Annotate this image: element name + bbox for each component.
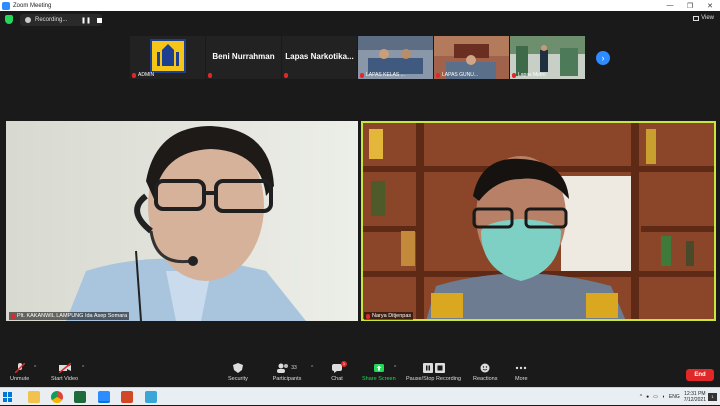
reactions-label: Reactions [473,376,498,382]
start-video-label: Start Video [51,376,79,382]
unmute-label: Unmute [10,376,30,382]
chat-label: Chat [331,376,343,382]
start-video-button[interactable]: Start Video [51,363,78,382]
thumbnail-lapas-narkotika[interactable]: Lapas Narkotika... [282,36,357,79]
participant-video [361,121,716,321]
thumbnail-beni[interactable]: Beni Nurrahman [206,36,281,79]
chat-badge: 1 [341,361,347,367]
more-dots-icon [515,363,527,373]
mic-muted-icon [284,73,288,78]
thumbnail-label [284,73,288,78]
view-button[interactable]: View [693,15,714,21]
share-screen-button[interactable]: Share Screen [362,363,396,382]
thumbnail-label: ADMIN [132,72,154,78]
zoom-taskbar-icon[interactable] [98,391,110,403]
end-meeting-button[interactable]: End [686,369,714,381]
pause-stop-recording-button[interactable]: Pause/Stop Recording [406,363,461,382]
app-icon[interactable] [74,391,86,403]
thumbnail-admin[interactable]: ADMIN [130,36,205,79]
participants-icon: 33 [272,363,302,373]
thumbnail-label: LAPAS GUNU... [436,72,478,78]
maximize-button[interactable]: ❐ [680,0,700,11]
participants-button[interactable]: 33 Participants [272,363,302,382]
participants-count: 33 [291,365,297,371]
stop-recording-icon[interactable] [97,17,103,23]
more-button[interactable]: More [515,363,528,382]
volume-icon[interactable]: ◖ [662,394,665,400]
thumbnail-label: Lapas Metro [512,72,546,78]
encryption-shield-icon[interactable] [5,15,13,24]
participant-thumbnail-strip: ADMIN Beni Nurrahman Lapas Narkotika... … [130,36,585,79]
share-screen-label: Share Screen [362,376,396,382]
pause-recording-icon[interactable]: ❚❚ [81,17,91,24]
system-tray: ^ ● ▭ ◖ ENG 12:31 PM 7/12/2021 1 [640,388,720,406]
tray-chevron-icon[interactable]: ^ [640,394,642,400]
participant-name-label: Narya Ditjenpas [364,312,414,320]
view-label: View [701,15,714,21]
mic-muted-icon [11,313,15,319]
audio-options-chevron-icon[interactable]: ^ [34,365,36,371]
video-tile-narya-active-speaker[interactable]: Narya Ditjenpas [361,121,716,321]
thumbnail-label: LAPAS KELAS ... [360,72,405,78]
zoom-app-icon [2,1,10,10]
meeting-topbar: Recording... ❚❚ View [0,11,720,28]
mic-muted-icon [436,72,440,78]
participant-video [6,121,358,321]
reactions-smiley-icon [479,363,491,373]
thumbnail-lapas-metro[interactable]: Lapas Metro [510,36,585,79]
video-options-chevron-icon[interactable]: ^ [82,365,84,371]
mic-muted-icon [132,72,136,78]
cloud-record-icon [25,17,31,23]
recording-label: Recording... [35,17,68,23]
windows-start-icon[interactable] [3,392,13,402]
share-options-chevron-icon[interactable]: ^ [394,365,396,371]
more-label: More [515,376,528,382]
file-explorer-icon[interactable] [28,391,40,403]
window-titlebar: Zoom Meeting — ❐ ✕ [0,0,720,11]
next-page-button[interactable]: › [596,51,610,65]
input-language[interactable]: ENG [669,394,680,400]
participants-label: Participants [272,376,302,382]
microphone-muted-icon [14,363,26,373]
chat-bubble-icon: 1 [331,361,347,373]
notification-center-icon[interactable]: 1 [708,393,717,401]
thumbnail-label [208,73,212,78]
unmute-button[interactable]: Unmute [10,363,29,382]
security-shield-icon [232,363,244,373]
participant-name-display: Beni Nurrahman [212,52,275,61]
pause-stop-recording-label: Pause/Stop Recording [406,376,462,382]
close-button[interactable]: ✕ [700,0,720,11]
taskbar-clock[interactable]: 12:31 PM 7/12/2021 [684,391,706,403]
security-label: Security [228,376,248,382]
mic-muted-icon [360,72,364,78]
mic-muted-icon [512,72,516,78]
camera-off-icon [58,363,71,373]
participant-name-display: Lapas Narkotika... [285,52,354,61]
thumbnail-lapas-gunung[interactable]: LAPAS GUNU... [434,36,509,79]
windows-taskbar: ^ ● ▭ ◖ ENG 12:31 PM 7/12/2021 1 [0,387,720,405]
minimize-button[interactable]: — [660,0,680,11]
network-icon[interactable]: ▭ [653,394,658,400]
meeting-toolbar: Unmute ^ Start Video ^ Security 33 Parti… [0,361,720,387]
app-icon-2[interactable] [145,391,157,403]
reactions-button[interactable]: Reactions [473,363,497,382]
thumbnail-lapas-kelas[interactable]: LAPAS KELAS ... [358,36,433,79]
window-title: Zoom Meeting [13,2,52,9]
pause-stop-icon [422,363,445,373]
recording-indicator: Recording... ❚❚ [20,14,103,26]
powerpoint-icon[interactable] [121,391,133,403]
security-button[interactable]: Security [228,363,248,382]
chrome-icon[interactable] [51,391,63,403]
chat-button[interactable]: 1 Chat [331,361,347,382]
participant-name-label: Plt. KAKANWIL LAMPUNG Ida Asep Somara [9,312,130,320]
grid-view-icon [693,15,700,21]
mic-muted-icon [366,313,370,319]
video-tile-kakanwil[interactable]: Plt. KAKANWIL LAMPUNG Ida Asep Somara [6,121,358,321]
mic-muted-icon [208,73,212,78]
share-screen-icon [373,363,385,373]
participants-options-chevron-icon[interactable]: ^ [311,365,313,371]
clock-date: 7/12/2021 [683,397,706,403]
microphone-tray-icon[interactable]: ● [646,394,649,400]
